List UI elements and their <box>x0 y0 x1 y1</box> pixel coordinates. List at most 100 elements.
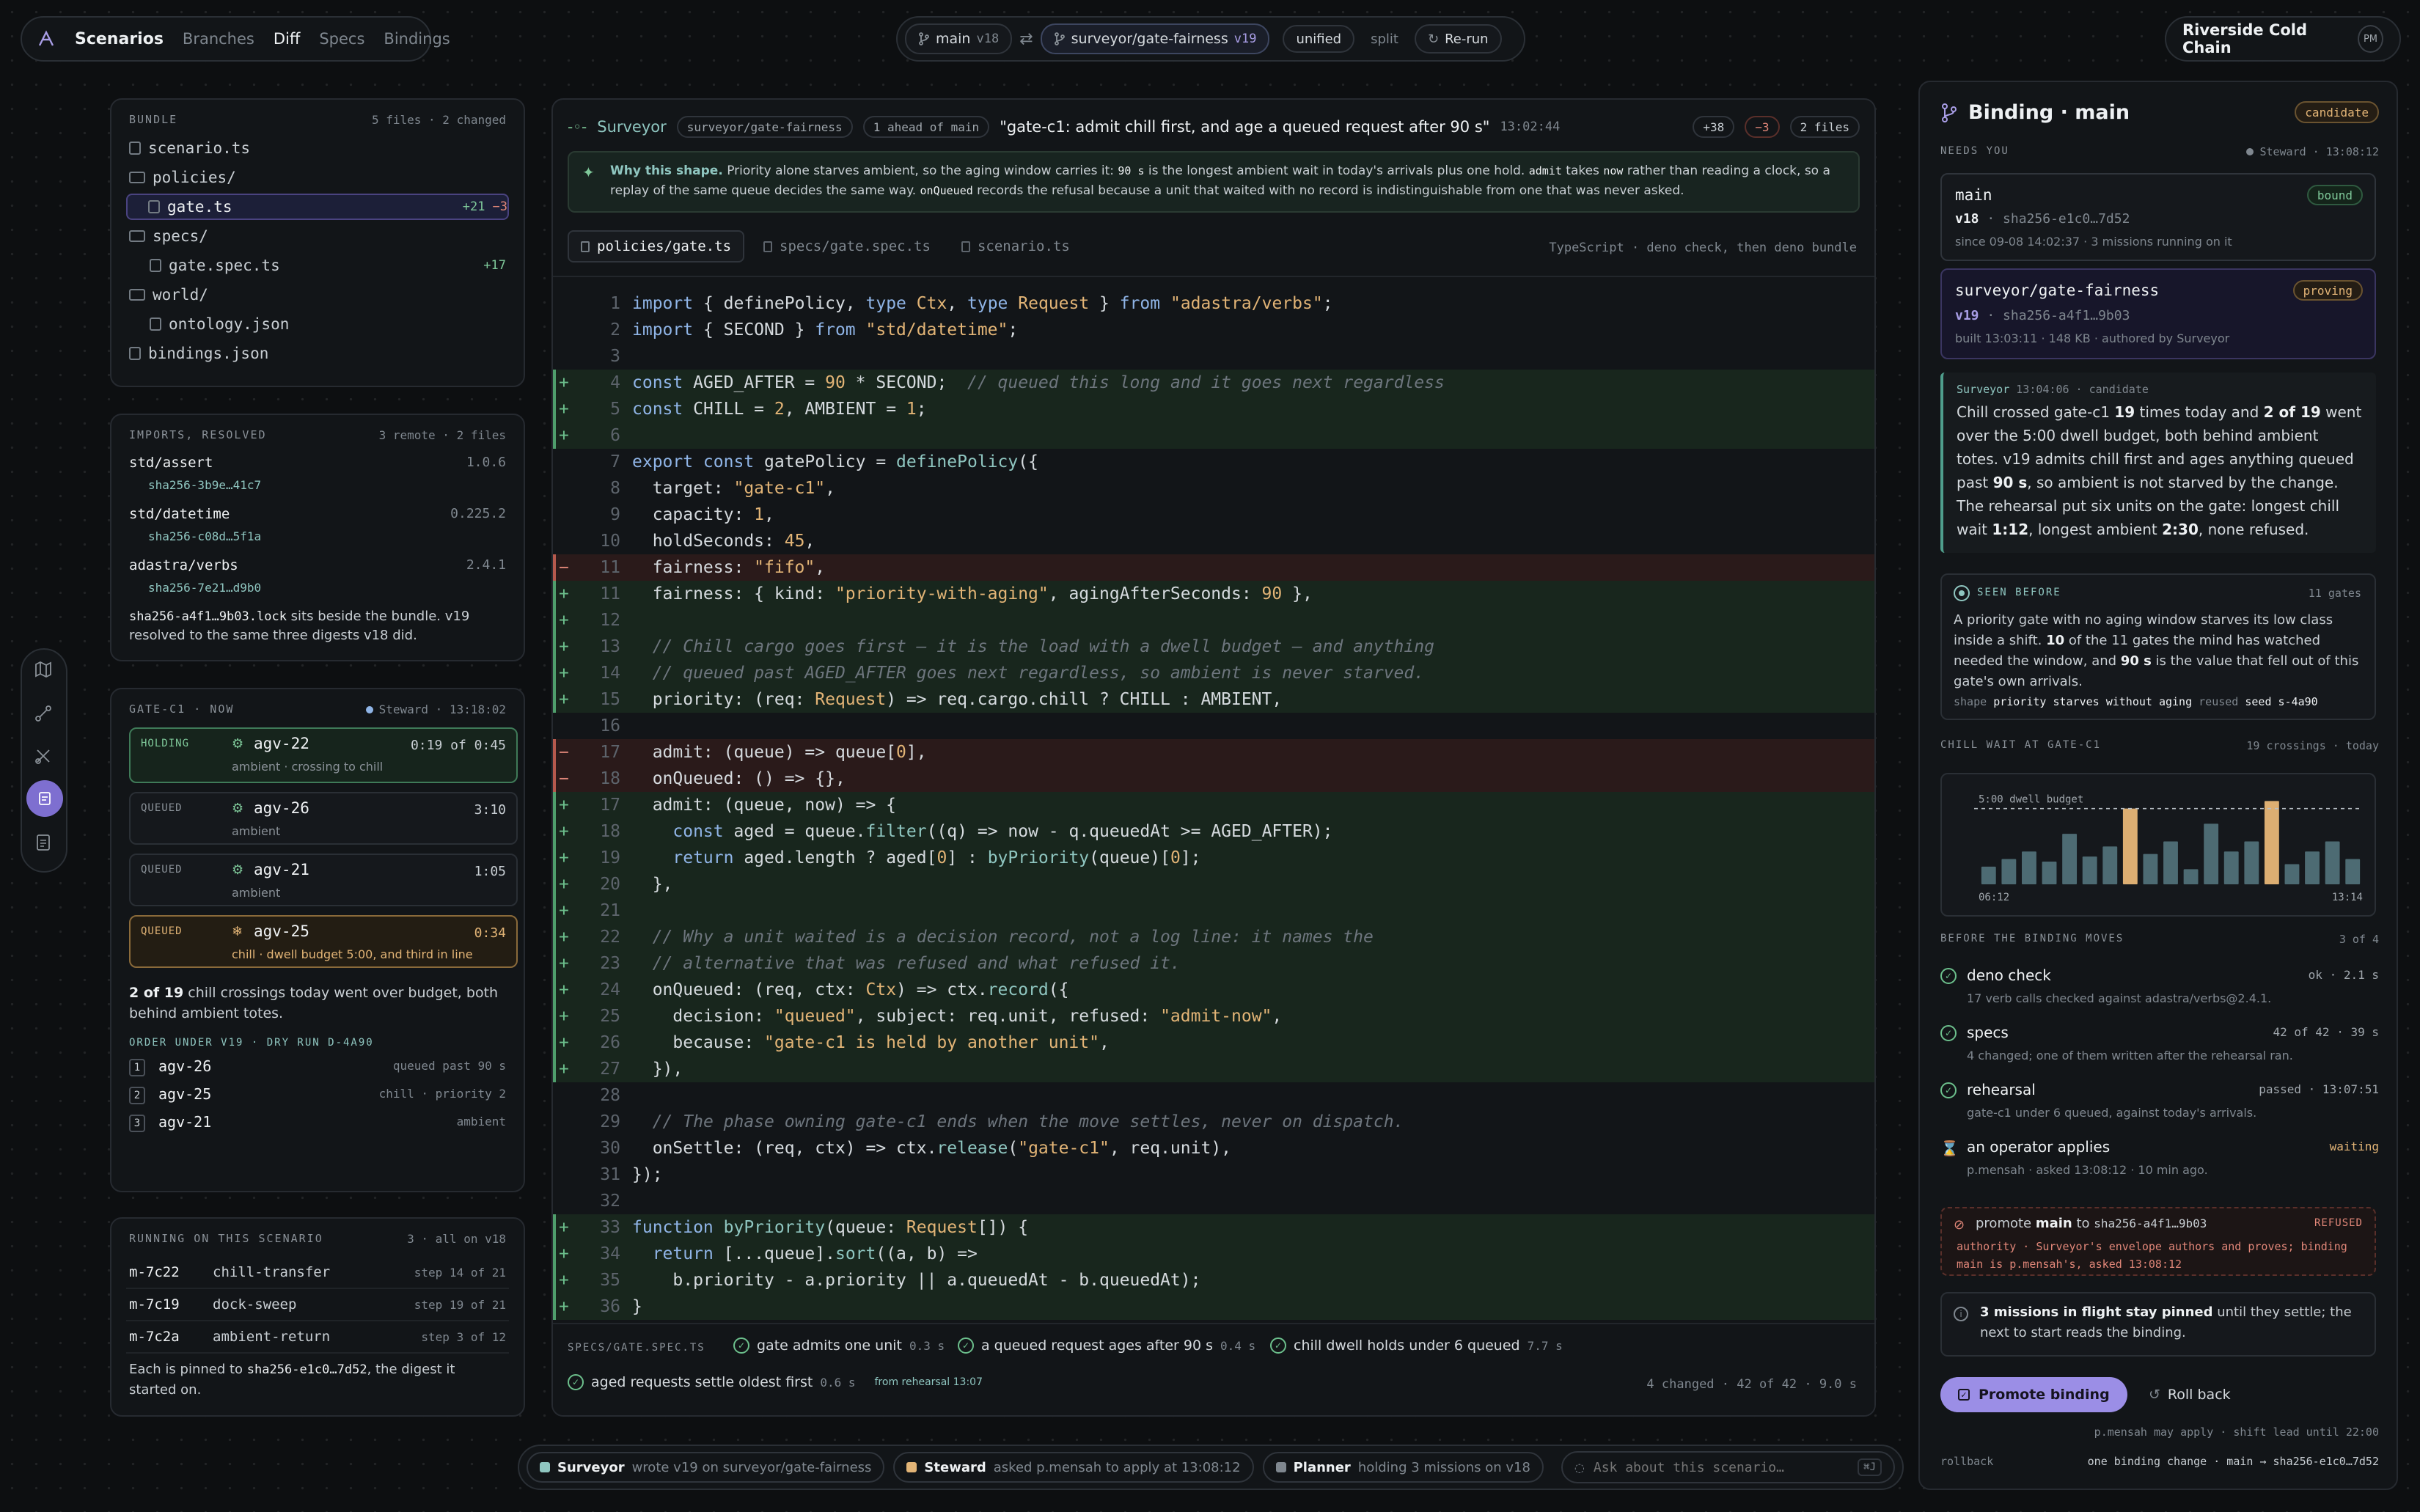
nav-bindings[interactable]: Bindings <box>384 30 450 48</box>
agent-name: Surveyor <box>557 1459 625 1475</box>
ask-input-wrap[interactable]: ◌ ⌘J <box>1561 1451 1895 1483</box>
tree-item-label: world/ <box>153 286 208 304</box>
nav-diff[interactable]: Diff <box>274 30 300 48</box>
tree-file[interactable]: scenario.ts <box>129 135 506 161</box>
tab-gate-ts[interactable]: policies/gate.ts <box>568 230 745 263</box>
map-icon[interactable] <box>34 660 53 679</box>
check-sub: 4 changed; one of them written after the… <box>1967 1049 2293 1063</box>
main-binding-card[interactable]: main bound v18 · sha256-e1c0…7d52 since … <box>1940 173 2376 261</box>
spec-time: 0.3 s <box>909 1338 945 1353</box>
branch-other-name: surveyor/gate-fairness <box>1071 31 1228 47</box>
tree-item-label: scenario.ts <box>148 139 251 157</box>
deletions-count: −3 <box>492 199 507 214</box>
view-unified-toggle[interactable]: unified <box>1283 25 1355 53</box>
tab-gate-spec-ts[interactable]: specs/gate.spec.ts <box>752 230 942 263</box>
rollback-button[interactable]: ↺ Roll back <box>2138 1377 2241 1412</box>
reused-value: seed s-4a90 <box>2245 695 2318 708</box>
queue-state: HOLDING <box>141 738 190 749</box>
code-line: 10 holdSeconds: 45, <box>600 532 815 551</box>
commit-branch[interactable]: surveyor/gate-fairness <box>676 116 853 138</box>
check-sub: p.mensah · asked 13:08:12 · 10 min ago. <box>1967 1163 2208 1177</box>
order-unit: agv-25 <box>158 1085 212 1103</box>
deletions-count: −3 <box>1745 116 1780 138</box>
queue-sub: ambient <box>232 886 281 900</box>
code-line: 29 // The phase owning gate-c1 ends when… <box>600 1112 1404 1131</box>
spec-item[interactable]: ✓ gate admits one unit 0.3 s <box>733 1337 945 1354</box>
candidate-hash: sha256-a4f1…9b03 <box>2003 308 2130 323</box>
mission-row[interactable]: m-7c22 chill-transfer step 14 of 21 <box>126 1260 509 1289</box>
branch-other-pill[interactable]: surveyor/gate-fairness v19 <box>1040 23 1270 54</box>
tree-folder[interactable]: world/ <box>129 282 506 308</box>
tree-folder[interactable]: policies/ <box>129 164 506 191</box>
mission-row[interactable]: m-7c2a ambient-return step 3 of 12 <box>126 1324 509 1354</box>
queue-card[interactable]: QUEUED ❄ agv-25 0:34 chill · dwell budget 5:… <box>129 915 518 968</box>
tree-item-label: gate.spec.ts <box>169 257 280 274</box>
branch-main-version: v18 <box>976 32 1000 46</box>
tree-folder[interactable]: specs/ <box>129 223 506 249</box>
chat-icon: ◌ <box>1574 1460 1585 1475</box>
status-item[interactable]: Planner holding 3 missions on v18 <box>1262 1452 1544 1483</box>
mission-row[interactable]: m-7c19 dock-sweep step 19 of 21 <box>126 1292 509 1321</box>
queue-card[interactable]: HOLDING ⚙ agv-22 0:19 of 0:45 ambient · cros… <box>129 727 518 783</box>
spec-name: chill dwell holds under 6 queued <box>1294 1337 1520 1354</box>
spec-item[interactable]: ✓ a queued request ages after 90 s 0.4 s <box>958 1337 1255 1354</box>
main-sub: since 09-08 14:02:37 · 3 missions runnin… <box>1955 235 2232 249</box>
view-split-toggle[interactable]: split <box>1371 32 1398 47</box>
folder-icon <box>129 230 145 242</box>
agent-status: holding 3 missions on v18 <box>1357 1459 1530 1475</box>
code-line: 3 <box>610 347 620 366</box>
seen-before-icon <box>1954 585 1970 601</box>
queue-card[interactable]: QUEUED ⚙ agv-26 3:10 ambient <box>129 792 518 845</box>
ask-input[interactable] <box>1593 1459 1849 1475</box>
rollback-plan-label: rollback <box>1940 1455 1994 1468</box>
avatar[interactable]: PM <box>2357 25 2383 53</box>
chart-meta: 19 crossings · today <box>2246 739 2379 752</box>
spec-time: 0.6 s <box>820 1375 856 1390</box>
tree-file[interactable]: gate.spec.ts +17 <box>129 252 506 279</box>
chart-title: CHILL WAIT AT GATE-C1 <box>1940 739 2102 751</box>
imports-title: IMPORTS, RESOLVED <box>129 428 267 441</box>
rollback-label: Roll back <box>2167 1387 2231 1403</box>
steward-dot-icon <box>2246 148 2254 155</box>
route-icon[interactable] <box>34 704 53 723</box>
code-line-added: +4 const AGED_AFTER = 90 * SECOND; // que… <box>553 370 1874 396</box>
nav-branches[interactable]: Branches <box>183 30 254 48</box>
tree-file[interactable]: ontology.json <box>129 311 506 337</box>
queue-sub: chill · dwell budget 5:00, and third in … <box>232 947 473 961</box>
swap-icon[interactable]: ⇄ <box>1019 30 1033 48</box>
chart-bar <box>2082 856 2097 884</box>
nav-specs[interactable]: Specs <box>319 30 364 48</box>
tab-scenario-ts[interactable]: scenario.ts <box>950 230 1082 263</box>
chart-bar <box>2325 841 2340 884</box>
shortcut-hint: ⌘J <box>1858 1458 1882 1476</box>
imports-note: sha256-a4f1…9b03.lock sits beside the bu… <box>129 607 506 645</box>
spec-time: 0.4 s <box>1220 1338 1256 1353</box>
status-item[interactable]: Surveyor wrote v19 on surveyor/gate-fairn… <box>527 1452 885 1483</box>
refused-card: ⊘ promote main to sha256-a4f1…9b03 REFUS… <box>1940 1207 2376 1276</box>
queue-card[interactable]: QUEUED ⚙ agv-21 1:05 ambient <box>129 854 518 906</box>
spec-item[interactable]: ✓ chill dwell holds under 6 queued 7.7 s <box>1270 1337 1563 1354</box>
binding-badge: candidate <box>2295 101 2379 123</box>
promote-binding-button[interactable]: ✓ Promote binding <box>1940 1377 2127 1412</box>
candidate-binding-card[interactable]: surveyor/gate-fairness proving v19 · sha… <box>1940 268 2376 359</box>
seen-before-meta: 11 gates <box>2308 587 2361 600</box>
org-switcher[interactable]: Riverside Cold Chain PM <box>2165 16 2401 62</box>
code-line: 1 import { definePolicy, type Ctx, type R… <box>610 294 1333 313</box>
main-badge: bound <box>2306 185 2363 205</box>
document-icon[interactable] <box>34 833 53 852</box>
tree-file[interactable]: bindings.json <box>129 340 506 367</box>
check-name: deno check <box>1967 966 2051 984</box>
spec-item[interactable]: ✓ aged requests settle oldest first 0.6 s f… <box>568 1374 983 1390</box>
binding-steward: Steward · 13:08:12 <box>2246 145 2379 158</box>
tools-icon[interactable] <box>34 746 53 766</box>
tree-file[interactable]: gate.ts +21 −3 <box>126 194 509 220</box>
spec-name: aged requests settle oldest first <box>591 1374 813 1390</box>
rerun-button[interactable]: ↻ Re-run <box>1414 24 1502 54</box>
status-item[interactable]: Steward asked p.mensah to apply at 13:08:… <box>893 1452 1254 1483</box>
msg-t6: , none refused. <box>2198 521 2309 538</box>
scenario-rail-button[interactable] <box>26 780 63 817</box>
code-line: 28 <box>600 1086 620 1105</box>
branch-main-pill[interactable]: main v18 <box>905 23 1013 54</box>
check-name: rehearsal <box>1967 1081 2036 1098</box>
import-version: 2.4.1 <box>466 557 506 573</box>
